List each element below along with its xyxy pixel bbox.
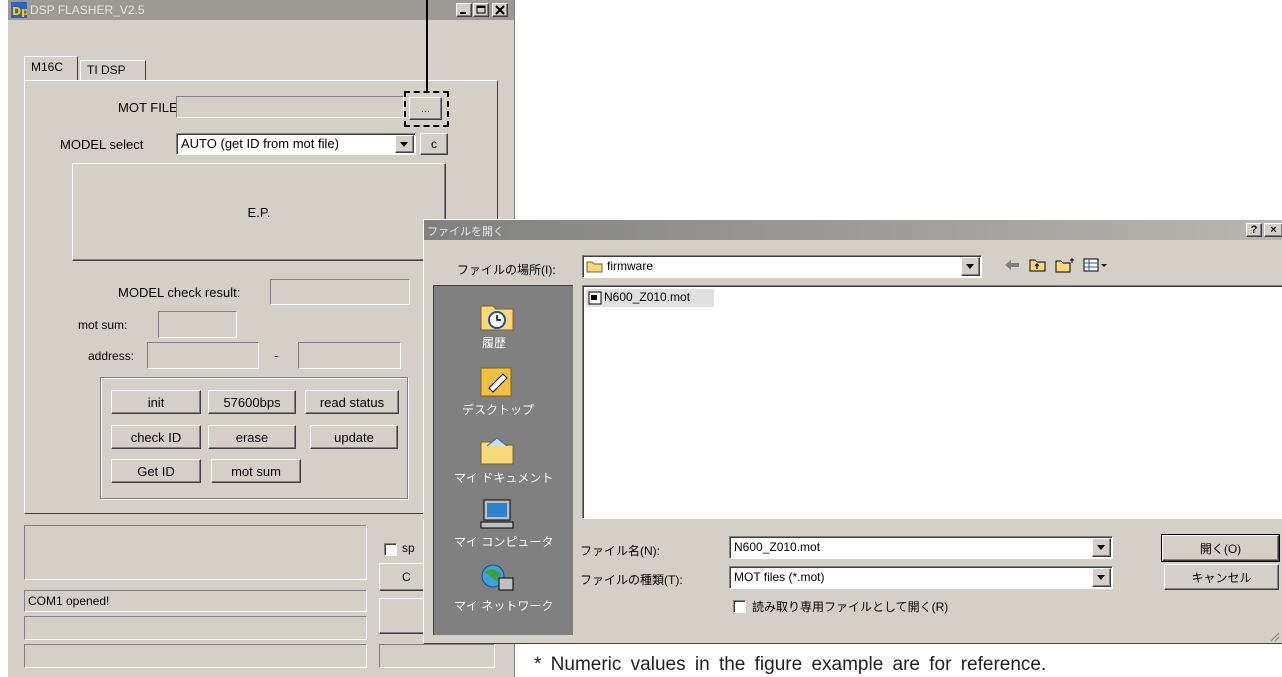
get-id-button[interactable]: Get ID — [111, 459, 201, 483]
cancel-button[interactable]: キャンセル — [1164, 564, 1279, 590]
maximize-button[interactable] — [473, 3, 489, 17]
network-icon[interactable] — [479, 562, 515, 597]
place-history[interactable]: 履歴 — [482, 334, 506, 351]
dialog-title: ファイルを開く — [427, 226, 504, 238]
tab-m16c-label: M16C — [31, 60, 64, 74]
desktop-icon[interactable] — [479, 364, 515, 401]
look-in-label: ファイルの場所(I): — [457, 263, 556, 277]
view-menu-icon[interactable] — [1082, 256, 1110, 274]
open-button[interactable]: 開く(O) — [1162, 535, 1279, 561]
tab-m16c[interactable]: M16C — [24, 56, 78, 80]
mot-sum-label: mot sum: — [78, 318, 128, 332]
filetype-dropdown[interactable]: MOT files (*.mot) — [729, 566, 1113, 589]
places-bar: 履歴 デスクトップ マイ ドキュメント マイ コンピュータ マイ ネットワーク — [433, 285, 573, 635]
status-line: COM1 opened! — [24, 590, 367, 612]
browse-button[interactable]: ... — [409, 97, 442, 120]
c-button[interactable]: c — [420, 133, 448, 155]
look-in-dropdown[interactable]: firmware — [582, 255, 982, 278]
model-check-field — [270, 279, 410, 305]
mot-file-field[interactable] — [176, 96, 404, 118]
address-start-field — [147, 342, 259, 369]
chevron-down-icon[interactable] — [1092, 568, 1111, 587]
folder-icon — [586, 259, 604, 277]
svg-text:Dp: Dp — [12, 5, 27, 18]
app-logo-icon: Dp — [11, 2, 29, 18]
place-network[interactable]: マイ ネットワーク — [454, 597, 553, 614]
address-end-field — [298, 342, 401, 369]
chevron-down-icon[interactable] — [1092, 538, 1111, 557]
chevron-down-icon[interactable] — [961, 257, 980, 276]
baud-rate-button[interactable]: 57600bps — [208, 390, 296, 414]
resize-grip-icon[interactable] — [1268, 630, 1280, 645]
mot-file-label: MOT FILE — [118, 100, 178, 115]
init-button[interactable]: init — [111, 390, 201, 414]
callout-line — [426, 0, 428, 93]
place-my-computer[interactable]: マイ コンピュータ — [454, 533, 553, 550]
filename-input[interactable]: N600_Z010.mot — [729, 536, 1113, 559]
mot-sum-field — [158, 311, 237, 338]
dialog-close-button[interactable]: × — [1264, 223, 1282, 237]
file-list-item[interactable]: N600_Z010.mot — [586, 289, 714, 307]
my-computer-icon[interactable] — [479, 498, 515, 533]
file-list[interactable]: N600_Z010.mot — [582, 285, 1282, 519]
documents-icon[interactable] — [479, 434, 515, 469]
flasher-title: DSP FLASHER_V2.5 — [30, 3, 145, 17]
readonly-checkbox[interactable] — [733, 600, 746, 613]
check-id-button[interactable]: check ID — [111, 425, 201, 449]
place-documents[interactable]: マイ ドキュメント — [454, 469, 553, 486]
back-icon[interactable] — [1002, 256, 1022, 274]
file-icon — [588, 291, 602, 308]
sp-checkbox[interactable] — [384, 543, 397, 556]
model-select-dropdown[interactable]: AUTO (get ID from mot file) — [176, 133, 416, 155]
mot-sum-button[interactable]: mot sum — [211, 459, 301, 483]
message-box — [24, 525, 367, 580]
up-folder-icon[interactable] — [1028, 256, 1048, 274]
new-folder-icon[interactable] — [1054, 256, 1076, 274]
filename-label: ファイル名(N): — [580, 544, 660, 558]
model-check-label: MODEL check result: — [118, 285, 241, 300]
readonly-label: 読み取り専用ファイルとして開く(R) — [752, 600, 949, 614]
close-button[interactable] — [492, 3, 508, 17]
filetype-label: ファイルの種類(T): — [580, 573, 683, 587]
open-file-dialog: ファイルを開く ? × ファイルの場所(I): firmware 履歴 デスクト… — [423, 219, 1282, 644]
status-line-4 — [379, 644, 495, 668]
read-status-button[interactable]: read status — [305, 390, 399, 414]
status-line-3 — [24, 644, 367, 668]
update-button[interactable]: update — [310, 425, 398, 449]
tab-ti-dsp[interactable]: TI DSP — [80, 60, 146, 80]
ep-button[interactable]: E.P. — [72, 163, 446, 261]
tab-ti-dsp-label: TI DSP — [87, 63, 126, 77]
address-label: address: — [88, 349, 135, 363]
minimize-button[interactable] — [456, 3, 472, 17]
erase-button[interactable]: erase — [208, 425, 296, 449]
status-line-2 — [24, 616, 367, 640]
dialog-titlebar[interactable]: ファイルを開く ? × — [424, 220, 1282, 240]
history-icon[interactable] — [479, 298, 515, 335]
sp-checkbox-label: sp — [402, 541, 415, 555]
address-dash: - — [274, 348, 279, 363]
model-select-label: MODEL select — [60, 137, 144, 152]
chevron-down-icon[interactable] — [395, 135, 414, 153]
flasher-titlebar[interactable]: Dp DSP FLASHER_V2.5 — [8, 0, 514, 20]
footnote: * Numeric values in the figure example a… — [534, 654, 1047, 675]
help-button[interactable]: ? — [1246, 223, 1262, 237]
place-desktop[interactable]: デスクトップ — [462, 401, 534, 418]
